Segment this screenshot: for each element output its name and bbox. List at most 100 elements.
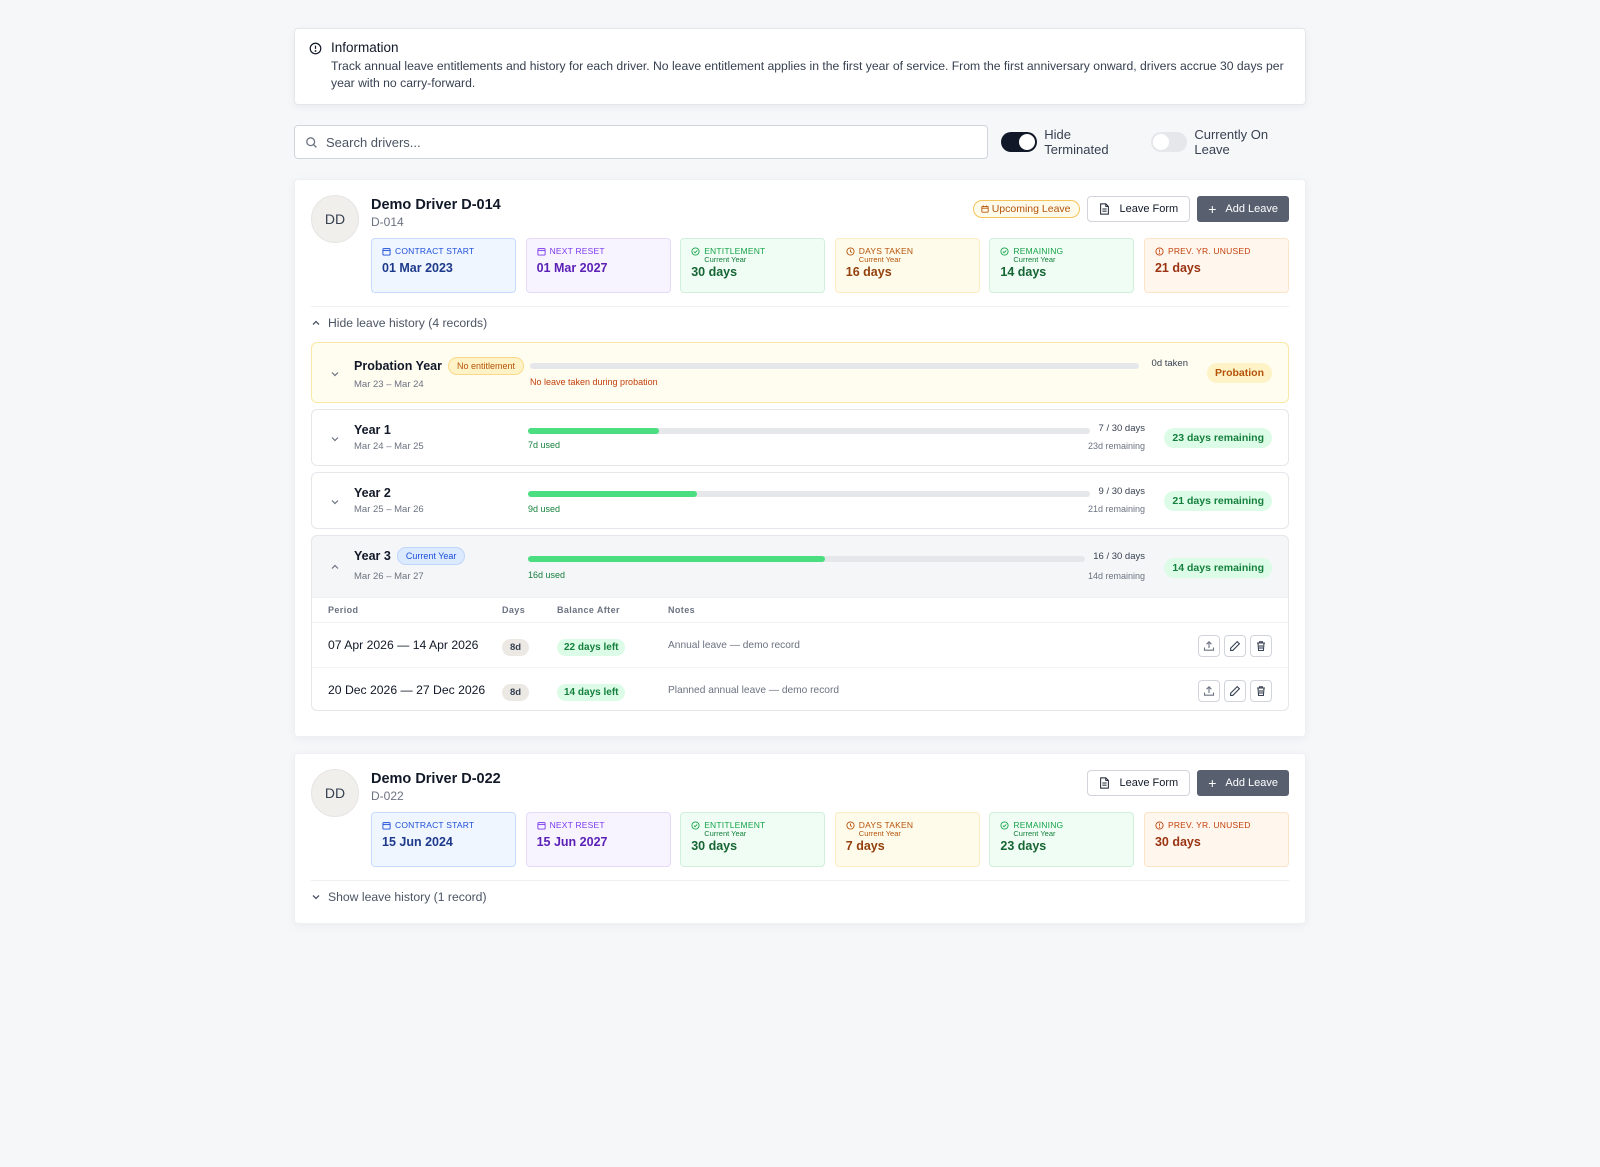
plus-icon: +: [1208, 775, 1217, 791]
divider: [311, 306, 1289, 307]
column-header-period: Period: [328, 605, 359, 615]
stat-label: Prev. Yr. Unused: [1167, 246, 1251, 256]
pencil-icon: [1230, 685, 1241, 696]
row-actions: [1194, 680, 1272, 702]
table-row: 20 Dec 2026 — 27 Dec 2026 8d 14 days lef…: [312, 667, 1288, 711]
leave-days-badge: 8d: [502, 639, 530, 656]
information-banner: Information Track annual leave entitleme…: [294, 28, 1306, 105]
table-row: 07 Apr 2026 — 14 Apr 2026 8d 22 days lef…: [312, 623, 1288, 667]
check-circle-icon: [691, 820, 700, 830]
edit-button[interactable]: [1224, 680, 1246, 702]
progress-bar-fill: [528, 556, 826, 562]
delete-button[interactable]: [1250, 680, 1272, 702]
progress-summary: 7 / 30 days: [1098, 423, 1145, 434]
driver-name: Demo Driver D-022: [371, 771, 501, 787]
delete-button[interactable]: [1250, 635, 1272, 657]
chevron-down-icon: [331, 437, 339, 442]
balance-after-badge: 14 days left: [557, 684, 626, 701]
driver-id: D-014: [371, 215, 404, 229]
year-title-text: Year 2: [354, 486, 391, 500]
year-range: Mar 24 – Mar 25: [354, 441, 424, 452]
upload-icon: [1203, 686, 1215, 696]
progress-summary: 16 / 30 days: [1093, 551, 1145, 562]
stat-sublabel: Current Year: [704, 255, 747, 264]
driver-name: Demo Driver D-014: [371, 197, 501, 213]
leave-history-toggle-label: Hide leave history (4 records): [328, 316, 488, 330]
chevron-down-icon: [312, 895, 320, 900]
leave-form-label: Leave Form: [1119, 777, 1179, 789]
year-title: Year 1: [354, 423, 391, 437]
progress-bar: [530, 363, 1139, 369]
year-range: Mar 25 – Mar 26: [354, 504, 424, 515]
currently-on-leave-toggle[interactable]: [1150, 132, 1188, 152]
add-leave-button[interactable]: + Add Leave: [1197, 770, 1289, 796]
document-icon: [1099, 203, 1109, 215]
edit-button[interactable]: [1224, 635, 1246, 657]
stat-value: 30 days: [691, 265, 738, 279]
avatar: DD: [311, 769, 359, 817]
stat-entitlement: Entitlement Current Year 30 days: [680, 238, 826, 293]
avatar: DD: [311, 195, 359, 243]
hide-terminated-label: Hide Terminated: [1044, 127, 1109, 157]
check-circle-icon: [691, 246, 700, 256]
table-header: Period Days Balance After Notes: [312, 598, 1288, 623]
leave-records-table: Period Days Balance After Notes 07 Apr 2…: [312, 597, 1288, 710]
year-title: Year 2: [354, 486, 391, 500]
driver-card: DD Demo Driver D-022 D-022 Leave Form + …: [294, 753, 1306, 924]
driver-card: DD Demo Driver D-014 D-014 Upcoming Leav…: [294, 179, 1306, 737]
calendar-icon: [382, 821, 391, 830]
remaining-badge: 21 days remaining: [1164, 491, 1272, 511]
upload-button[interactable]: [1198, 635, 1220, 657]
upload-button[interactable]: [1198, 680, 1220, 702]
progress-summary: 9 / 30 days: [1098, 486, 1145, 497]
leave-form-button[interactable]: Leave Form: [1086, 196, 1191, 222]
stat-prev-unused: Prev. Yr. Unused 30 days: [1143, 812, 1289, 867]
year-title-text: Year 1: [354, 423, 391, 437]
stat-value: 01 Mar 2023: [382, 261, 453, 275]
year-row-1[interactable]: Year 1 Mar 24 – Mar 25 7 / 30 days 7d us…: [311, 409, 1289, 466]
progress-used: 9d used: [528, 504, 561, 514]
stat-contract-start: Contract Start 01 Mar 2023: [371, 238, 516, 293]
stat-contract-start: Contract Start 15 Jun 2024: [371, 812, 516, 867]
driver-stats: Contract Start 01 Mar 2023 Next Reset 01…: [371, 238, 1289, 293]
stat-value: 21 days: [1154, 261, 1201, 275]
leave-years-list: Probation Year No entitlement Mar 23 – M…: [311, 342, 1289, 717]
page-wrapper: Information Track annual leave entitleme…: [294, 28, 1306, 924]
current-year-badge: Current Year: [396, 547, 466, 565]
leave-history-toggle[interactable]: Show leave history (1 record): [311, 890, 487, 904]
chevron-up-icon: [312, 320, 320, 325]
year-row-2[interactable]: Year 2 Mar 25 – Mar 26 9 / 30 days 9d us…: [311, 472, 1289, 529]
calendar-icon: [537, 821, 546, 830]
progress-remaining: 14d remaining: [1087, 571, 1145, 581]
stat-value: 23 days: [1000, 839, 1047, 853]
stat-value: 15 Jun 2027: [536, 835, 608, 849]
column-header-notes: Notes: [668, 605, 696, 615]
progress-bar-fill: [528, 428, 660, 434]
information-title: Information: [331, 40, 399, 55]
year-row-probation[interactable]: Probation Year No entitlement Mar 23 – M…: [311, 342, 1289, 403]
hide-terminated-toggle[interactable]: [1000, 132, 1038, 152]
progress-summary: 0d taken: [1151, 358, 1188, 369]
leave-history-toggle[interactable]: Hide leave history (4 records): [311, 316, 487, 330]
year-row-3[interactable]: Year 3 Current Year Mar 26 – Mar 27 16 /…: [311, 535, 1289, 711]
stat-value: 01 Mar 2027: [536, 261, 608, 275]
search-input[interactable]: [326, 134, 966, 150]
year-range: Mar 23 – Mar 24: [354, 379, 424, 390]
information-text: Track annual leave entitlements and hist…: [331, 59, 1284, 90]
stat-sublabel: Current Year: [858, 829, 901, 838]
remaining-badge: 23 days remaining: [1164, 428, 1272, 448]
leave-history-toggle-label: Show leave history (1 record): [328, 890, 487, 904]
leave-form-button[interactable]: Leave Form: [1086, 770, 1191, 796]
stat-label: Contract Start: [395, 246, 475, 256]
balance-after-badge: 22 days left: [557, 639, 626, 656]
leave-period: 20 Dec 2026 — 27 Dec 2026: [328, 683, 486, 697]
card-actions: Upcoming Leave Leave Form + Add Leave: [972, 196, 1289, 222]
add-leave-button[interactable]: + Add Leave: [1197, 196, 1289, 222]
upcoming-leave-label: Upcoming Leave: [991, 203, 1071, 215]
stat-sublabel: Current Year: [1013, 829, 1056, 838]
stat-value: 30 days: [1154, 835, 1201, 849]
divider: [311, 880, 1289, 881]
stat-value: 30 days: [691, 839, 738, 853]
stat-next-reset: Next Reset 01 Mar 2027: [525, 238, 671, 293]
progress-used: 7d used: [528, 440, 561, 450]
